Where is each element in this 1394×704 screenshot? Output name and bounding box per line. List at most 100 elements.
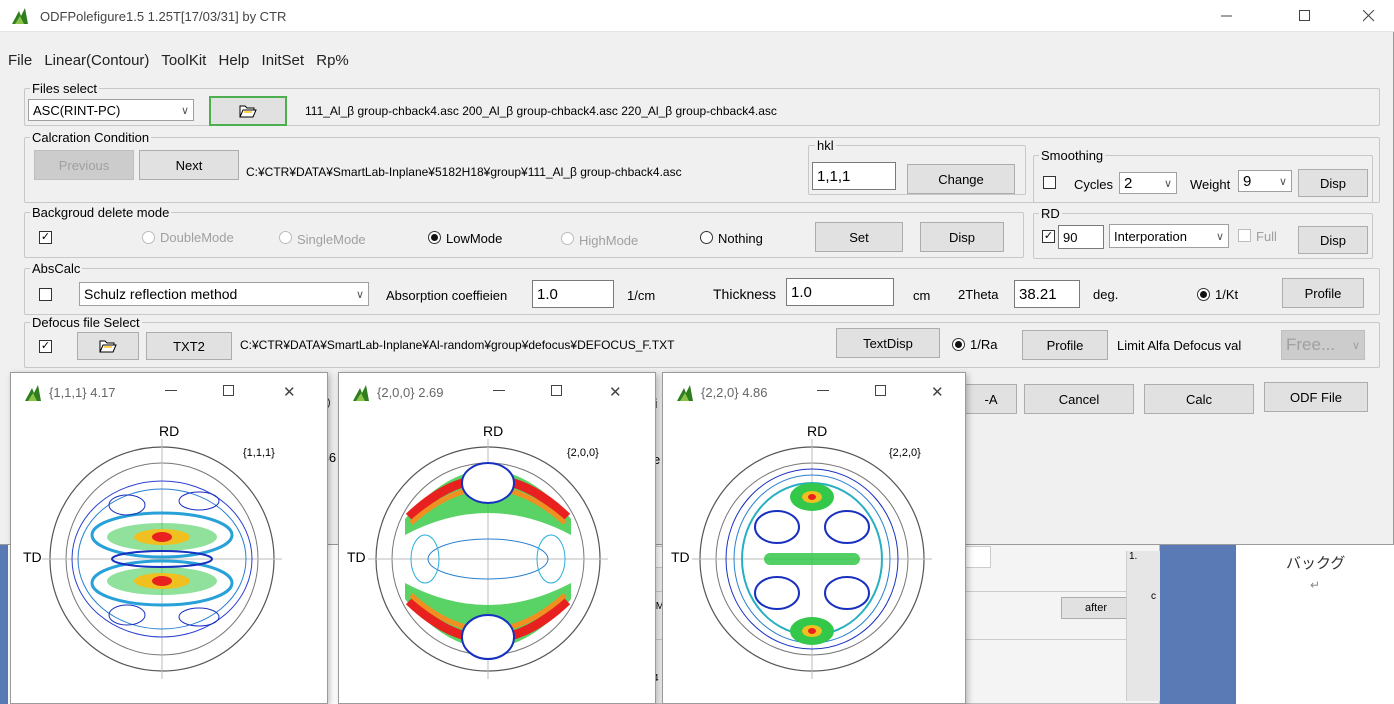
menu-linear-contour[interactable]: Linear(Contour) bbox=[44, 52, 149, 69]
full-checkbox[interactable] bbox=[1238, 229, 1251, 242]
rd-checkbox[interactable]: ✓ bbox=[1042, 230, 1055, 243]
full-label: Full bbox=[1256, 229, 1277, 244]
bg-delete-label: Backgroud delete mode bbox=[30, 205, 172, 220]
pole-window-titlebar: {2,2,0} 4.86 ✕ bbox=[663, 373, 965, 411]
pole-window-title: {2,0,0} 2.69 bbox=[377, 385, 444, 400]
close-icon[interactable]: ✕ bbox=[609, 383, 622, 401]
maximize-icon[interactable] bbox=[875, 385, 886, 396]
rd-angle-input[interactable]: 90 bbox=[1058, 225, 1104, 249]
highmode-radio[interactable] bbox=[561, 232, 574, 245]
chevron-down-icon: ∨ bbox=[1351, 339, 1360, 352]
odf-file-button[interactable]: ODF File bbox=[1264, 382, 1368, 412]
abscalc-checkbox[interactable] bbox=[39, 288, 52, 301]
lowmode-label: LowMode bbox=[446, 231, 503, 246]
ra-radio[interactable] bbox=[952, 338, 965, 351]
minimize-button[interactable] bbox=[1204, 0, 1250, 32]
weight-select[interactable]: 9 ∨ bbox=[1238, 170, 1292, 192]
files-select-label: Files select bbox=[30, 81, 100, 96]
interp-select[interactable]: Interporation ∨ bbox=[1109, 224, 1229, 248]
minimize-icon[interactable] bbox=[165, 390, 177, 391]
app-icon bbox=[12, 8, 28, 24]
chevron-down-icon: ∨ bbox=[1278, 175, 1287, 188]
format-select[interactable]: ASC(RINT-PC) ∨ bbox=[28, 99, 194, 121]
txt2-button[interactable]: TXT2 bbox=[146, 332, 232, 360]
smoothing-disp-button[interactable]: Disp bbox=[1298, 169, 1368, 197]
defocus-checkbox[interactable]: ✓ bbox=[39, 340, 52, 353]
app-icon bbox=[25, 385, 41, 404]
singlemode-radio[interactable] bbox=[279, 231, 292, 244]
close-icon[interactable]: ✕ bbox=[283, 383, 296, 401]
hkl-input[interactable]: 1,1,1 bbox=[812, 162, 896, 190]
nothing-label: Nothing bbox=[718, 231, 763, 246]
defocus-profile-button[interactable]: Profile bbox=[1022, 330, 1108, 360]
chevron-down-icon: ∨ bbox=[1215, 230, 1224, 243]
maximize-button[interactable] bbox=[1282, 0, 1328, 32]
minimize-icon[interactable] bbox=[493, 390, 505, 391]
menu-initset[interactable]: InitSet bbox=[262, 52, 305, 69]
twotheta-unit: deg. bbox=[1093, 287, 1119, 302]
pole-window-title: {2,2,0} 4.86 bbox=[701, 385, 768, 400]
kt-radio[interactable] bbox=[1197, 288, 1210, 301]
textdisp-button[interactable]: TextDisp bbox=[836, 328, 940, 358]
maximize-icon[interactable] bbox=[551, 385, 562, 396]
menu-toolkit[interactable]: ToolKit bbox=[161, 52, 206, 69]
folder-open-icon bbox=[99, 340, 117, 353]
app-icon bbox=[353, 385, 369, 404]
partial-a-button[interactable]: -A bbox=[965, 384, 1017, 414]
abscalc-profile-button[interactable]: Profile bbox=[1282, 278, 1364, 308]
pole-figure-plot-220 bbox=[692, 439, 932, 679]
singlemode-label: SingleMode bbox=[297, 232, 366, 247]
partial-text-1: 1. bbox=[1129, 551, 1138, 562]
after-button[interactable]: after bbox=[1061, 597, 1131, 619]
lowmode-radio[interactable] bbox=[428, 231, 441, 244]
rd-label: RD bbox=[1039, 206, 1062, 221]
app-icon bbox=[677, 385, 693, 404]
menu-file[interactable]: File bbox=[8, 52, 32, 69]
thickness-unit: cm bbox=[913, 288, 931, 303]
twotheta-input[interactable]: 38.21 bbox=[1014, 280, 1080, 308]
menu-rp[interactable]: Rp% bbox=[316, 52, 349, 69]
close-button[interactable] bbox=[1346, 0, 1392, 32]
background-left-strip bbox=[0, 545, 8, 704]
pole-figure-window-200: {2,0,0} 2.69 ✕ RD {2,0,0} TD bbox=[338, 372, 656, 704]
limit-alfa-select[interactable]: Free... ∨ bbox=[1281, 330, 1365, 360]
pole-figure-plot-111 bbox=[42, 439, 282, 679]
maximize-icon[interactable] bbox=[223, 385, 234, 396]
thickness-input[interactable]: 1.0 bbox=[786, 278, 894, 306]
ra-label: 1/Ra bbox=[970, 337, 998, 352]
change-button[interactable]: Change bbox=[907, 164, 1015, 194]
method-select[interactable]: Schulz reflection method ∨ bbox=[79, 282, 369, 306]
smoothing-label: Smoothing bbox=[1039, 148, 1106, 163]
minimize-icon[interactable] bbox=[817, 390, 829, 391]
defocus-folder-button[interactable] bbox=[77, 332, 139, 360]
absorption-label: Absorption coeffieien bbox=[386, 288, 508, 303]
pole-window-titlebar: {2,0,0} 2.69 ✕ bbox=[339, 373, 655, 411]
close-icon[interactable]: ✕ bbox=[931, 383, 944, 401]
background-doc-margin bbox=[1160, 530, 1236, 704]
nothing-radio[interactable] bbox=[700, 231, 713, 244]
doc-return-mark: ↵ bbox=[1310, 578, 1321, 592]
bg-delete-checkbox[interactable]: ✓ bbox=[39, 231, 52, 244]
cancel-button[interactable]: Cancel bbox=[1024, 384, 1134, 414]
twotheta-label: 2Theta bbox=[958, 287, 999, 302]
next-button[interactable]: Next bbox=[139, 150, 239, 180]
partial-text-c: c bbox=[1151, 591, 1156, 602]
doublemode-radio[interactable] bbox=[142, 231, 155, 244]
smoothing-checkbox[interactable] bbox=[1043, 176, 1056, 189]
cycles-select[interactable]: 2 ∨ bbox=[1119, 172, 1177, 194]
menu-bar: File Linear(Contour) ToolKit Help InitSe… bbox=[8, 52, 608, 74]
kt-label: 1/Kt bbox=[1215, 287, 1239, 302]
weight-label: Weight bbox=[1190, 177, 1231, 192]
chevron-down-icon: ∨ bbox=[180, 104, 189, 117]
menu-help[interactable]: Help bbox=[219, 52, 250, 69]
absorption-input[interactable]: 1.0 bbox=[532, 280, 614, 308]
doublemode-label: DoubleMode bbox=[160, 230, 234, 245]
open-folder-button[interactable] bbox=[209, 96, 287, 126]
set-button[interactable]: Set bbox=[815, 222, 903, 252]
calc-button[interactable]: Calc bbox=[1144, 384, 1254, 414]
current-file-path: C:¥CTR¥DATA¥SmartLab-Inplane¥5182H18¥gro… bbox=[246, 165, 682, 179]
previous-button[interactable]: Previous bbox=[34, 150, 134, 180]
bg-disp-button[interactable]: Disp bbox=[920, 222, 1004, 252]
rd-disp-button[interactable]: Disp bbox=[1298, 226, 1368, 254]
doc-japanese-text: バックグ bbox=[1286, 555, 1346, 572]
